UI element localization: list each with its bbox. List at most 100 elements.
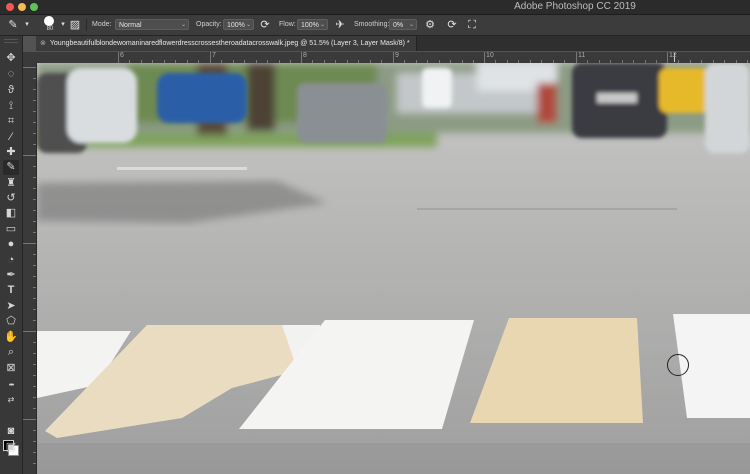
ruler-tick: [33, 375, 36, 376]
brush-preview-icon[interactable]: [44, 16, 54, 26]
title-bar: Adobe Photoshop CC 2019: [0, 0, 750, 15]
document-tab[interactable]: ⊗ Youngbeautifulblondewomaninaredflowerdr…: [36, 36, 417, 51]
ruler-tick: [33, 386, 36, 387]
close-tab-icon[interactable]: ⊗: [40, 40, 46, 47]
ruler-tick: [33, 441, 36, 442]
pressure-opacity-icon[interactable]: ⟳: [258, 18, 272, 32]
chevron-down-icon: ⌄: [319, 22, 325, 28]
quick-select-tool-icon[interactable]: ⟟: [3, 99, 19, 114]
ruler-origin[interactable]: [23, 52, 36, 63]
crosswalk-photo: [37, 63, 750, 474]
ruler-tick: [33, 254, 36, 255]
tools-panel: ✥ ◌ ϑ ⟟ ⌗ ⁄ ✚ ✎ ♜ ↺ ◧ ▭ ● ◔ ✒ T ➤ ⬠ ✋ ⌕ …: [0, 36, 23, 474]
ruler-tick: [33, 287, 36, 288]
ruler-tick: [33, 177, 36, 178]
ruler-label: 10: [486, 52, 494, 59]
ruler-tick: [33, 78, 36, 79]
pen-tool-icon[interactable]: ✒: [3, 268, 19, 283]
ruler-tick: [33, 210, 36, 211]
ruler-tick: [33, 221, 36, 222]
mode-select[interactable]: Normal ⌄: [115, 19, 189, 30]
eraser-tool-icon[interactable]: ◧: [3, 206, 19, 221]
panel-grip-icon[interactable]: [4, 39, 18, 43]
brush-settings-icon[interactable]: ▨: [68, 18, 82, 32]
app-title: Adobe Photoshop CC 2019: [514, 1, 636, 12]
move-tool-icon[interactable]: ✥: [3, 51, 19, 66]
shape-tool-icon[interactable]: ⬠: [3, 314, 19, 329]
ruler-major-tick: [667, 52, 668, 63]
options-bar: ✎ ▾ 80 ▾ ▨ Mode: Normal ⌄ Opacity: 100% …: [0, 15, 750, 36]
ruler-tick: [33, 133, 36, 134]
ruler-tick: [33, 100, 36, 101]
ruler-tick: [33, 353, 36, 354]
airbrush-icon[interactable]: ✈: [333, 18, 347, 32]
dodge-tool-icon[interactable]: ◔: [3, 253, 19, 268]
ruler-tick: [33, 111, 36, 112]
brush-tool-icon[interactable]: ✎: [3, 160, 19, 175]
smoothing-value: 0%: [393, 22, 404, 29]
default-colors-icon[interactable]: ⇄: [3, 392, 19, 407]
ruler-tick: [33, 265, 36, 266]
ruler-label: 12: [669, 52, 677, 59]
chevron-down-icon: ⌄: [245, 22, 251, 28]
chevron-down-icon: ⌄: [408, 22, 414, 28]
ruler-major-tick: [210, 52, 211, 63]
flow-label: Flow:: [279, 21, 296, 28]
gradient-tool-icon[interactable]: ▭: [3, 222, 19, 237]
opacity-label: Opacity:: [196, 21, 222, 28]
chevron-down-icon[interactable]: ▾: [20, 18, 34, 32]
type-tool-icon[interactable]: T: [3, 283, 19, 298]
brush-tool-preset-icon[interactable]: ✎: [6, 18, 20, 32]
ruler-tick: [23, 67, 36, 68]
ruler-tick: [33, 144, 36, 145]
eyedropper-tool-icon[interactable]: ⁄: [3, 130, 19, 145]
document-canvas[interactable]: [37, 63, 750, 474]
screen-mode-icon[interactable]: ▣: [3, 440, 19, 455]
divider: [86, 19, 87, 31]
ruler-tick: [33, 452, 36, 453]
lasso-tool-icon[interactable]: ϑ: [3, 83, 19, 98]
ruler-tick: [33, 199, 36, 200]
brush-size-value: 80: [46, 26, 54, 32]
ruler-tick: [33, 232, 36, 233]
ruler-tick: [33, 342, 36, 343]
pressure-size-icon[interactable]: ⟳: [445, 18, 459, 32]
crop-tool-icon[interactable]: ⌗: [3, 114, 19, 129]
ruler-label: 9: [395, 52, 399, 59]
more-tools-icon[interactable]: •••: [3, 378, 19, 393]
opacity-field[interactable]: 100% ⌄: [223, 19, 254, 30]
ruler-tick: [33, 309, 36, 310]
opacity-value: 100%: [227, 22, 245, 29]
ruler-tick: [33, 430, 36, 431]
flow-field[interactable]: 100% ⌄: [297, 19, 328, 30]
ruler-tick: [33, 166, 36, 167]
blur-tool-icon[interactable]: ●: [3, 237, 19, 252]
path-select-tool-icon[interactable]: ➤: [3, 299, 19, 314]
history-brush-tool-icon[interactable]: ↺: [3, 191, 19, 206]
hand-tool-icon[interactable]: ✋: [3, 330, 19, 345]
brush-cursor-icon: [667, 354, 689, 376]
ruler-tick: [33, 364, 36, 365]
ruler-major-tick: [301, 52, 302, 63]
ruler-tick: [33, 320, 36, 321]
healing-tool-icon[interactable]: ✚: [3, 145, 19, 160]
ruler-major-tick: [118, 52, 119, 63]
document-tab-bar: ⊗ Youngbeautifulblondewomaninaredflowerdr…: [36, 36, 750, 51]
smoothing-label: Smoothing:: [354, 21, 390, 28]
gear-icon[interactable]: ⚙: [423, 18, 437, 32]
zoom-tool-icon[interactable]: ⌕: [3, 345, 19, 360]
ruler-tick: [33, 298, 36, 299]
ruler-tick: [33, 188, 36, 189]
ruler-label: 11: [578, 52, 586, 59]
flow-value: 100%: [301, 22, 319, 29]
ruler-tick: [33, 276, 36, 277]
vertical-ruler[interactable]: [23, 63, 37, 474]
symmetry-icon[interactable]: ⛶: [465, 18, 479, 32]
quick-mask-icon[interactable]: ◙: [3, 424, 19, 439]
marquee-tool-icon[interactable]: ◌: [3, 67, 19, 82]
smoothing-field[interactable]: 0% ⌄: [389, 19, 417, 30]
stamp-tool-icon[interactable]: ♜: [3, 176, 19, 191]
ruler-label: 7: [212, 52, 216, 59]
chevron-down-icon: ⌄: [180, 22, 186, 28]
frame-tool-icon[interactable]: ⊠: [3, 361, 19, 376]
